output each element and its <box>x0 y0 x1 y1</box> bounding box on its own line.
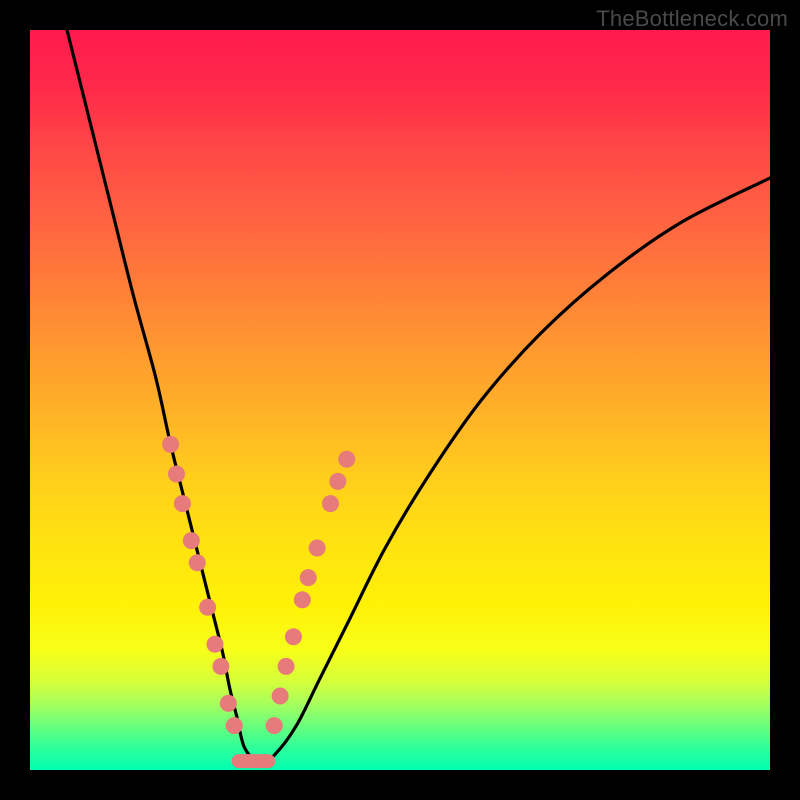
watermark-text: TheBottleneck.com <box>596 6 788 32</box>
marker-dot <box>322 495 339 512</box>
marker-dot <box>266 717 283 734</box>
marker-dot <box>174 495 191 512</box>
marker-dot <box>309 540 326 557</box>
marker-dot <box>278 658 295 675</box>
marker-dot <box>183 532 200 549</box>
marker-dot <box>338 451 355 468</box>
marker-dot <box>294 591 311 608</box>
marker-dot <box>168 466 185 483</box>
marker-dot <box>272 688 289 705</box>
chart-overlay <box>30 30 770 770</box>
plot-area <box>30 30 770 770</box>
marker-dot <box>226 717 243 734</box>
bottleneck-curve <box>67 30 770 763</box>
marker-dot <box>329 473 346 490</box>
marker-dot <box>207 636 224 653</box>
marker-dot <box>199 599 216 616</box>
marker-dot <box>162 436 179 453</box>
marker-dot <box>220 695 237 712</box>
marker-dot <box>212 658 229 675</box>
outer-frame: TheBottleneck.com <box>0 0 800 800</box>
marker-dot <box>285 628 302 645</box>
marker-cluster-right <box>266 451 356 734</box>
marker-dot <box>300 569 317 586</box>
marker-dot <box>189 554 206 571</box>
